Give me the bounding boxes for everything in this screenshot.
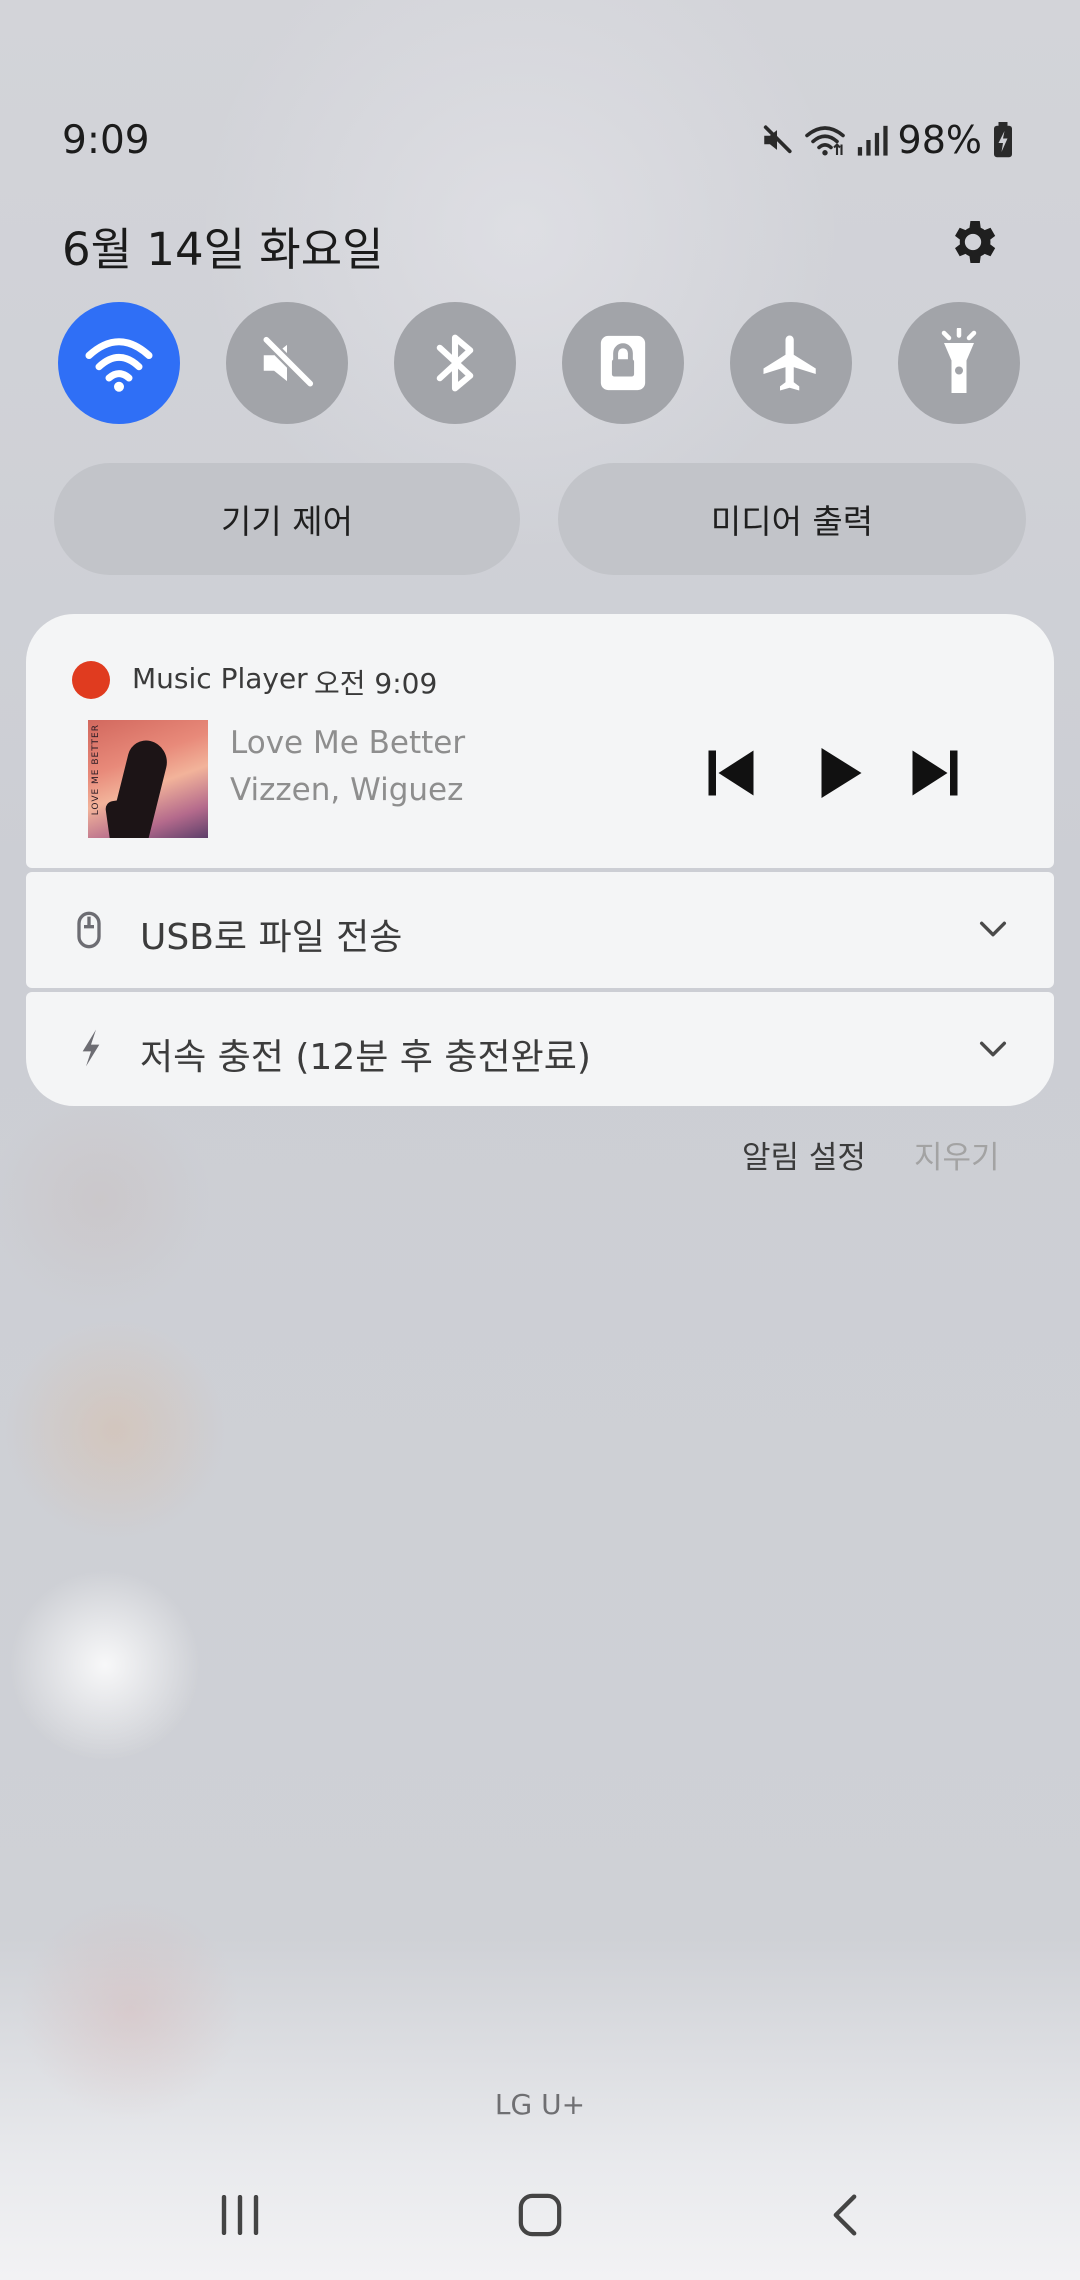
carrier-label: LG U+	[494, 2088, 586, 2121]
charging-label: 저속 충전 (12분 후 충전완료)	[140, 1037, 591, 1078]
media-notification[interactable]: Music Player 오전 9:09 LOVE ME BETTER Love…	[26, 614, 1054, 868]
album-art: LOVE ME BETTER	[88, 720, 208, 838]
album-art-text: LOVE ME BETTER	[91, 724, 101, 816]
status-time: 9:09	[62, 118, 150, 163]
recent-apps-icon	[221, 2195, 259, 2235]
play-button[interactable]	[804, 738, 874, 808]
skip-next-icon	[912, 750, 958, 796]
settings-button[interactable]	[945, 214, 1001, 270]
expand-chevron-icon[interactable]	[976, 1032, 1010, 1066]
toggle-bluetooth[interactable]	[394, 302, 516, 424]
mute-icon	[261, 334, 316, 389]
expand-chevron-icon[interactable]	[976, 912, 1010, 946]
status-icons: 98%	[760, 118, 1014, 162]
notification-shade: 9:09 98% 6월 14일 화요일 기기 제어 미디어 출력 Music P…	[0, 0, 1080, 2280]
album-art-hand	[108, 736, 172, 838]
toggle-wifi[interactable]	[58, 302, 180, 424]
flashlight-icon	[941, 328, 977, 393]
recent-apps-button[interactable]	[210, 2190, 270, 2240]
battery-percent: 98%	[897, 118, 982, 162]
notification-settings-button[interactable]: 알림 설정	[742, 1132, 866, 1177]
battery-charging-icon	[994, 122, 1012, 158]
wifi-status-icon	[804, 126, 845, 156]
notification-panel: Music Player 오전 9:09 LOVE ME BETTER Love…	[26, 614, 1054, 1106]
date-label: 6월 14일 화요일	[62, 223, 384, 276]
wifi-icon	[85, 338, 153, 392]
music-app-icon	[72, 661, 110, 699]
home-button[interactable]	[510, 2190, 570, 2240]
back-icon	[833, 2194, 857, 2236]
toggle-rotation-lock[interactable]	[562, 302, 684, 424]
charging-notification[interactable]: 저속 충전 (12분 후 충전완료)	[26, 992, 1054, 1106]
play-icon	[821, 748, 862, 798]
clear-button[interactable]: 지우기	[914, 1132, 1000, 1177]
charging-bolt-icon	[82, 1029, 100, 1067]
next-button[interactable]	[900, 738, 970, 808]
previous-button[interactable]	[696, 738, 766, 808]
toggle-flashlight[interactable]	[898, 302, 1020, 424]
app-name: Music Player	[132, 662, 308, 695]
notification-time: 오전 9:09	[314, 667, 438, 700]
media-output-label: 미디어 출력	[710, 502, 874, 541]
skip-previous-icon	[708, 750, 754, 796]
usb-notification[interactable]: USB로 파일 전송	[26, 872, 1054, 988]
mute-status-icon	[763, 125, 792, 154]
song-artist: Vizzen, Wiguez	[230, 772, 464, 808]
bluetooth-icon	[436, 334, 474, 392]
media-output-button[interactable]: 미디어 출력	[558, 463, 1026, 575]
signal-icon	[857, 125, 888, 156]
toggle-airplane[interactable]	[730, 302, 852, 424]
airplane-icon	[763, 335, 816, 391]
device-control-button[interactable]: 기기 제어	[54, 463, 520, 575]
song-title: Love Me Better	[230, 725, 466, 761]
back-button[interactable]	[815, 2190, 875, 2240]
lock-icon	[600, 335, 646, 391]
device-control-label: 기기 제어	[221, 502, 353, 541]
gear-icon	[955, 221, 996, 263]
quick-toggles	[58, 302, 1020, 424]
usb-icon	[77, 911, 101, 949]
toggle-sound[interactable]	[226, 302, 348, 424]
usb-label: USB로 파일 전송	[140, 917, 403, 958]
home-icon	[518, 2193, 562, 2237]
